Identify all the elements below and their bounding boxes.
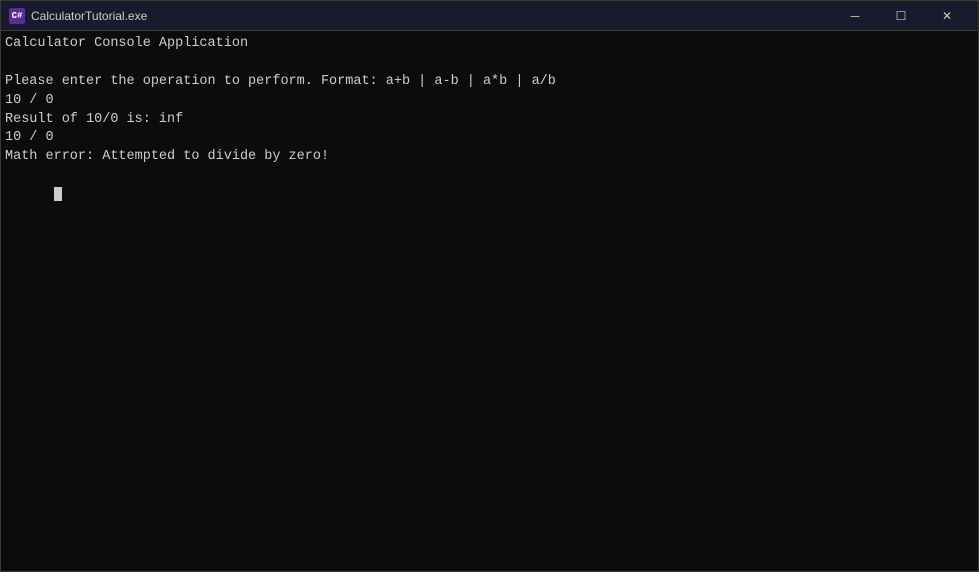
console-line-6: 10 / 0 (5, 129, 974, 148)
console-line-3: Please enter the operation to perform. F… (5, 73, 974, 92)
window-title: CalculatorTutorial.exe (31, 9, 832, 23)
maximize-button[interactable]: ☐ (878, 1, 924, 31)
console-line-7: Math error: Attempted to divide by zero! (5, 148, 974, 167)
title-bar: C# CalculatorTutorial.exe ─ ☐ ✕ (1, 1, 978, 31)
console-window: C# CalculatorTutorial.exe ─ ☐ ✕ Calculat… (0, 0, 979, 572)
minimize-button[interactable]: ─ (832, 1, 878, 31)
cursor-block (54, 187, 62, 201)
console-output[interactable]: Calculator Console Application Please en… (1, 31, 978, 571)
app-icon: C# (9, 8, 25, 24)
console-line-1: Calculator Console Application (5, 35, 974, 54)
console-line-4: 10 / 0 (5, 92, 974, 111)
console-line-5: Result of 10/0 is: inf (5, 111, 974, 130)
console-cursor-line (5, 167, 974, 224)
window-controls: ─ ☐ ✕ (832, 1, 970, 31)
console-line-2 (5, 54, 974, 73)
close-button[interactable]: ✕ (924, 1, 970, 31)
